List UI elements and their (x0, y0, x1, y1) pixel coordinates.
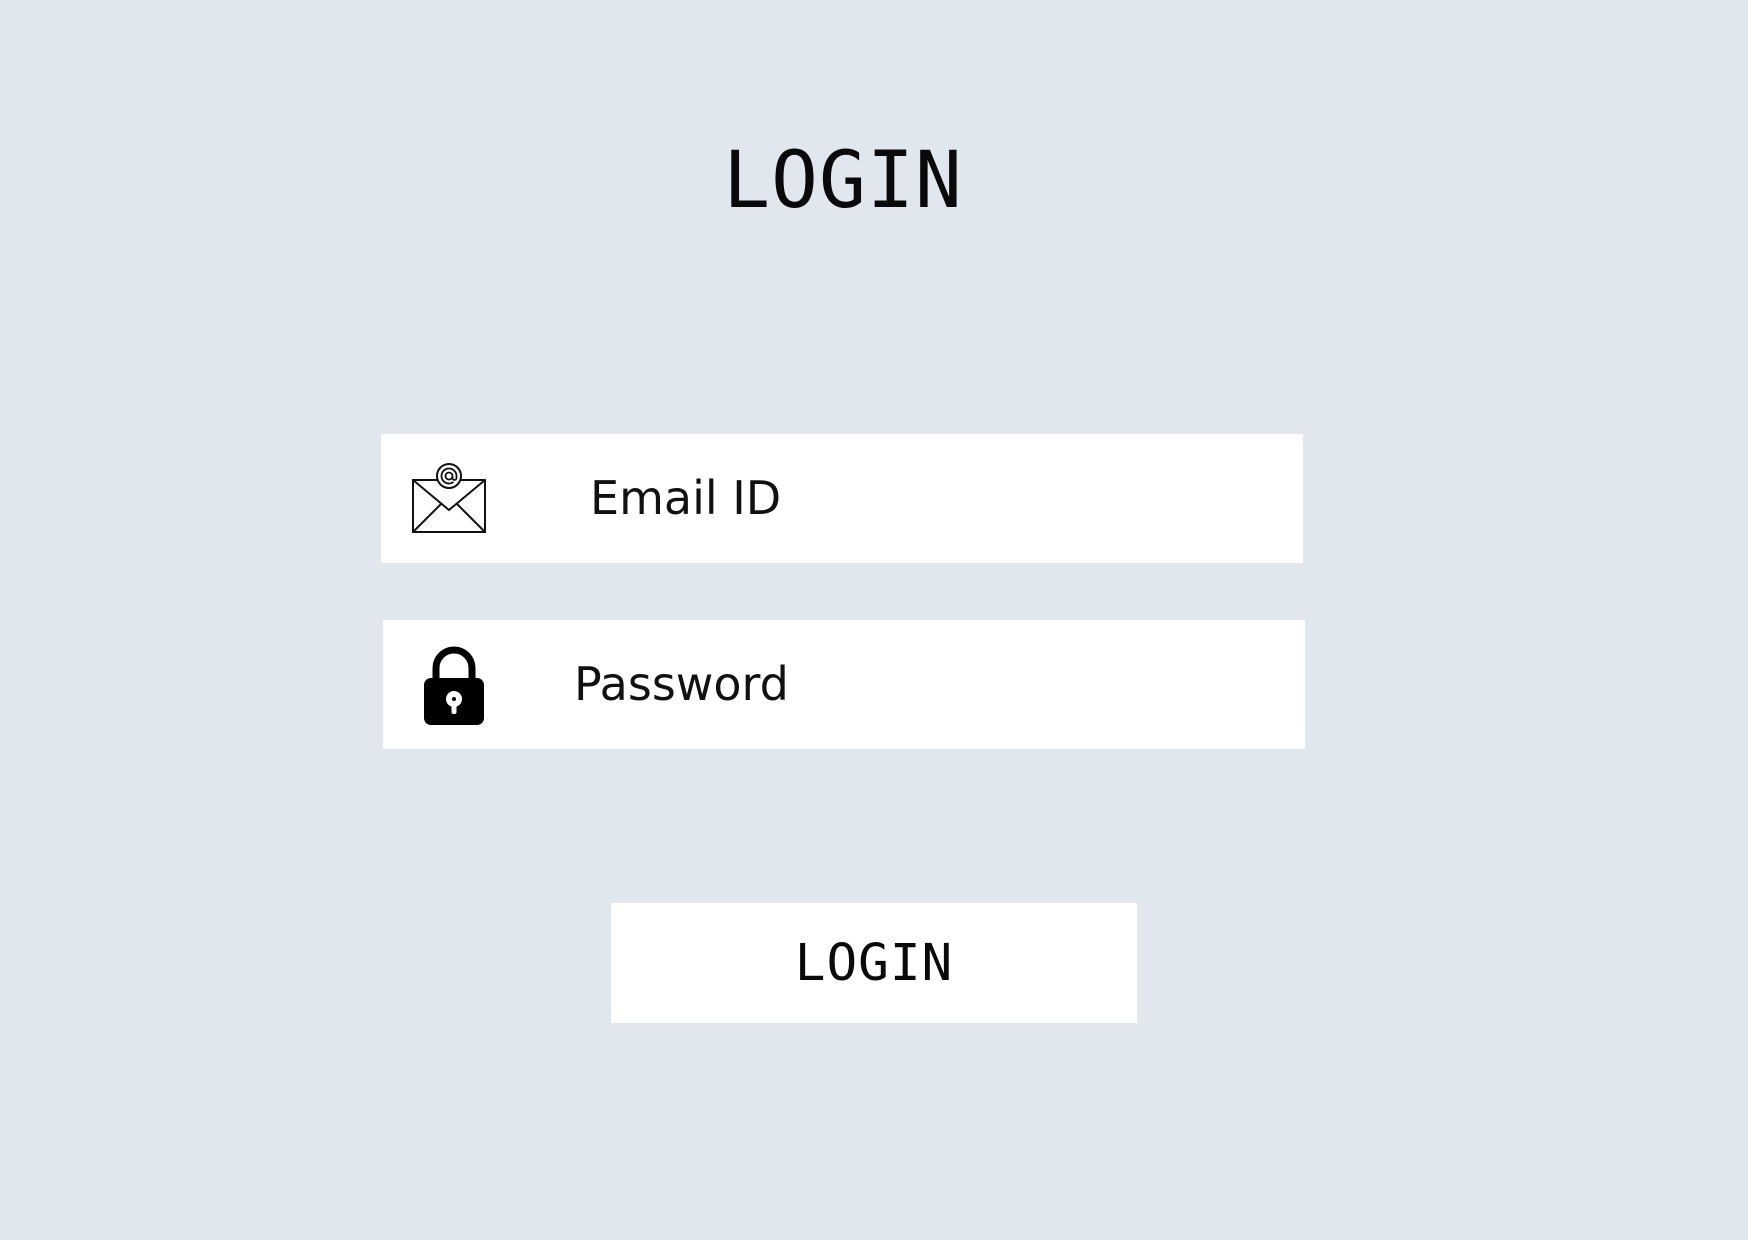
email-placeholder: Email ID (590, 471, 782, 525)
login-button[interactable]: LOGIN (611, 903, 1137, 1023)
page-title: LOGIN (723, 136, 963, 226)
password-placeholder: Password (574, 657, 789, 711)
envelope-at-icon (412, 463, 486, 533)
email-field[interactable]: Email ID (381, 434, 1303, 563)
password-field[interactable]: Password (383, 620, 1305, 749)
padlock-icon (424, 646, 484, 725)
